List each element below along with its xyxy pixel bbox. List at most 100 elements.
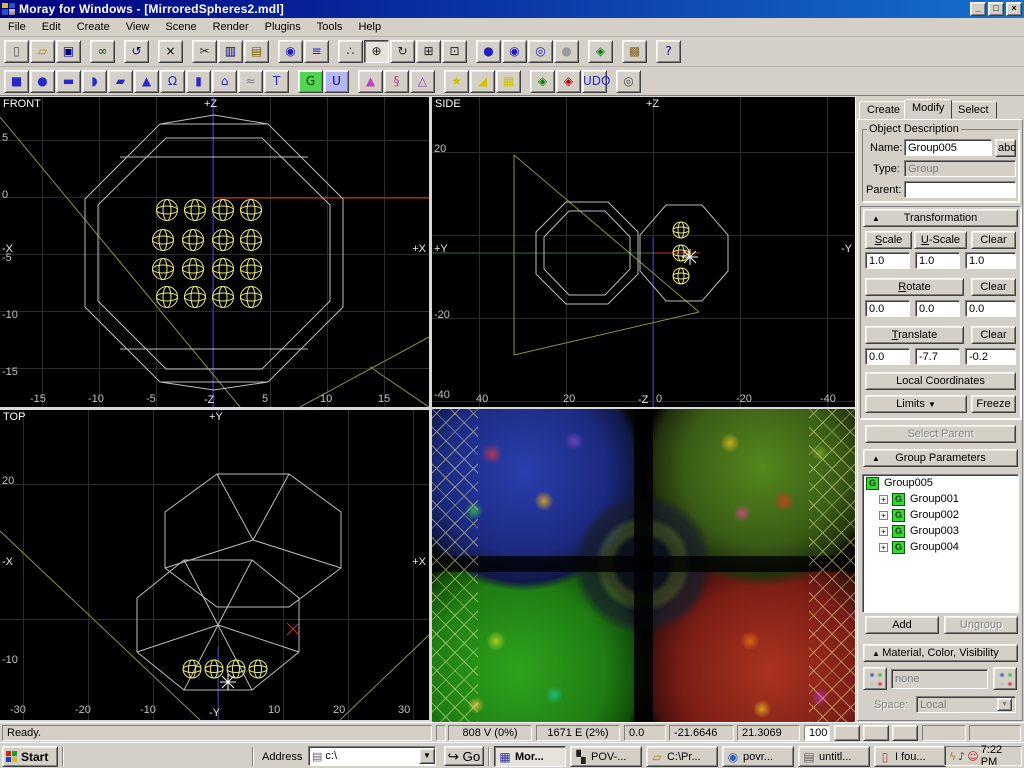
cylinder-icon[interactable]: ▮ <box>186 70 211 93</box>
tree-child-item[interactable]: + G Group002 <box>863 507 1018 523</box>
heightfield-icon[interactable]: ▲ <box>358 70 383 93</box>
tree-child-item[interactable]: + G Group001 <box>863 491 1018 507</box>
tree-expand-icon[interactable]: + <box>879 527 888 536</box>
group-parameters-section-header[interactable]: ▲ Group Parameters <box>863 449 1018 467</box>
tab-modify[interactable]: Modify <box>904 99 952 119</box>
dropdown-arrow-icon[interactable]: ▼ <box>419 748 435 764</box>
render-preview-icon[interactable]: ∞ <box>90 40 115 63</box>
new-file-icon[interactable]: ▯ <box>4 40 29 63</box>
winamp-icon[interactable] <box>220 746 242 766</box>
text-icon[interactable]: T <box>264 70 289 93</box>
scale-clear-button[interactable]: Clear <box>971 231 1016 249</box>
start-button[interactable]: Start <box>2 746 58 767</box>
menu-view[interactable]: View <box>118 19 158 35</box>
task-button[interactable]: ▤untitl... <box>798 746 870 767</box>
save-icon[interactable]: ▣ <box>56 40 81 63</box>
cone-icon[interactable]: ▲ <box>134 70 159 93</box>
material-browse-icon[interactable] <box>863 667 887 690</box>
limits-button[interactable]: Limits ▼ <box>865 395 967 413</box>
transformation-section-header[interactable]: ▲ Transformation <box>863 209 1018 227</box>
open-folder-icon[interactable]: ▱ <box>30 40 55 63</box>
translate-z-field[interactable] <box>965 348 1016 365</box>
tree-expand-icon[interactable]: + <box>879 511 888 520</box>
menu-tools[interactable]: Tools <box>309 19 351 35</box>
tab-create[interactable]: Create <box>859 101 908 119</box>
group-tree[interactable]: G Group005 + G Group001 + G Group002 <box>862 474 1019 613</box>
minimize-button[interactable]: _ <box>970 2 986 16</box>
tree-child-item[interactable]: + G Group004 <box>863 539 1018 555</box>
rotate-clear-button[interactable]: Clear <box>971 278 1016 296</box>
go-button[interactable]: ↪ Go <box>444 746 484 766</box>
scale-y-field[interactable] <box>915 252 960 269</box>
task-button[interactable]: ▯I fou... <box>874 746 946 767</box>
group-icon[interactable]: G <box>298 70 323 93</box>
blob-icon[interactable]: ≈ <box>238 70 263 93</box>
sphere-icon[interactable]: ● <box>30 70 55 93</box>
translate-x-field[interactable] <box>865 348 910 365</box>
scale-x-field[interactable] <box>865 252 910 269</box>
point-light-icon[interactable]: ★ <box>444 70 469 93</box>
sweep-icon[interactable]: ◉ <box>278 40 303 63</box>
material-dots-icon[interactable]: ◈ <box>588 40 613 63</box>
material-assign-icon[interactable]: ◈ <box>556 70 581 93</box>
imaging-icon[interactable] <box>132 746 154 766</box>
mesh-icon[interactable]: △ <box>410 70 435 93</box>
cut-icon[interactable]: ✂ <box>192 40 217 63</box>
delete-icon[interactable]: × <box>158 40 183 63</box>
plane-icon[interactable]: ▰ <box>108 70 133 93</box>
superellipsoid-icon[interactable]: ▬ <box>56 70 81 93</box>
rotate-button[interactable]: Rotate <box>865 278 964 296</box>
media-player-icon[interactable] <box>176 746 198 766</box>
uscale-button[interactable]: U-Scale <box>914 231 967 249</box>
scale-z-field[interactable] <box>965 252 1016 269</box>
area-light-icon[interactable]: ▦ <box>496 70 521 93</box>
winamp-tray-icon[interactable]: ϟ <box>949 750 956 763</box>
top-viewport-canvas[interactable]: TOP +Y -Y -X +X -30 -20 -10 10 20 30 20 … <box>0 410 429 720</box>
task-button[interactable]: ▚POV-... <box>570 746 642 767</box>
rotate-z-field[interactable] <box>965 300 1016 317</box>
move-icon[interactable]: ⊕ <box>364 40 389 63</box>
rotate-y-field[interactable] <box>915 300 960 317</box>
disc-icon[interactable]: ◗ <box>82 70 107 93</box>
rename-abc-button[interactable]: abc <box>995 139 1016 157</box>
player-icon[interactable] <box>198 746 220 766</box>
tree-root-item[interactable]: G Group005 <box>863 475 1018 491</box>
front-viewport-canvas[interactable]: FRONT +Z -Z -X +X -15 -10 -5 5 10 15 5 0… <box>0 97 429 407</box>
bounding-box-icon[interactable]: ◉ <box>502 40 527 63</box>
paste-icon[interactable]: ▤ <box>244 40 269 63</box>
camera-icon[interactable]: ◎ <box>616 70 641 93</box>
udo-import-icon[interactable]: UDO <box>582 70 607 93</box>
cube-icon[interactable]: ■ <box>4 70 29 93</box>
axis-lock-button[interactable] <box>834 725 860 741</box>
add-button[interactable]: Add <box>865 616 939 634</box>
volume-icon[interactable]: ♪ <box>958 750 965 763</box>
tab-select[interactable]: Select <box>950 101 997 119</box>
prism-icon[interactable]: ⌂ <box>212 70 237 93</box>
spot-light-icon[interactable]: ◢ <box>470 70 495 93</box>
side-viewport-canvas[interactable]: SIDE +Z -Z +Y -Y 40 20 0 -20 -40 20 -20 … <box>432 97 855 407</box>
copy-icon[interactable]: ▥ <box>218 40 243 63</box>
menu-help[interactable]: Help <box>350 19 389 35</box>
console-icon[interactable] <box>154 746 176 766</box>
tree-expand-icon[interactable]: + <box>879 543 888 552</box>
axis-lock-button[interactable] <box>863 725 889 741</box>
task-button[interactable]: ◉povr... <box>722 746 794 767</box>
translate-button[interactable]: Translate <box>865 326 964 344</box>
material-edit-icon[interactable] <box>993 667 1017 690</box>
task-button[interactable]: ▦Mor... <box>494 746 566 767</box>
sor-icon[interactable]: Ω <box>160 70 185 93</box>
extents-icon[interactable]: ◎ <box>528 40 553 63</box>
help-icon[interactable]: ? <box>656 40 681 63</box>
snap-to-grid-icon[interactable]: ● <box>476 40 501 63</box>
render-preview-canvas[interactable] <box>432 409 855 722</box>
menu-render[interactable]: Render <box>205 19 257 35</box>
menu-create[interactable]: Create <box>69 19 118 35</box>
material-section-header[interactable]: ▲ Material, Color, Visibility <box>863 644 1018 662</box>
union-icon[interactable]: U <box>324 70 349 93</box>
plugin-library-icon[interactable]: ▩ <box>622 40 647 63</box>
translate-y-field[interactable] <box>915 348 960 365</box>
hide-object-icon[interactable]: ● <box>554 40 579 63</box>
freeze-button[interactable]: Freeze <box>971 395 1016 413</box>
translate-clear-button[interactable]: Clear <box>971 326 1016 344</box>
undo-icon[interactable]: ↺ <box>124 40 149 63</box>
